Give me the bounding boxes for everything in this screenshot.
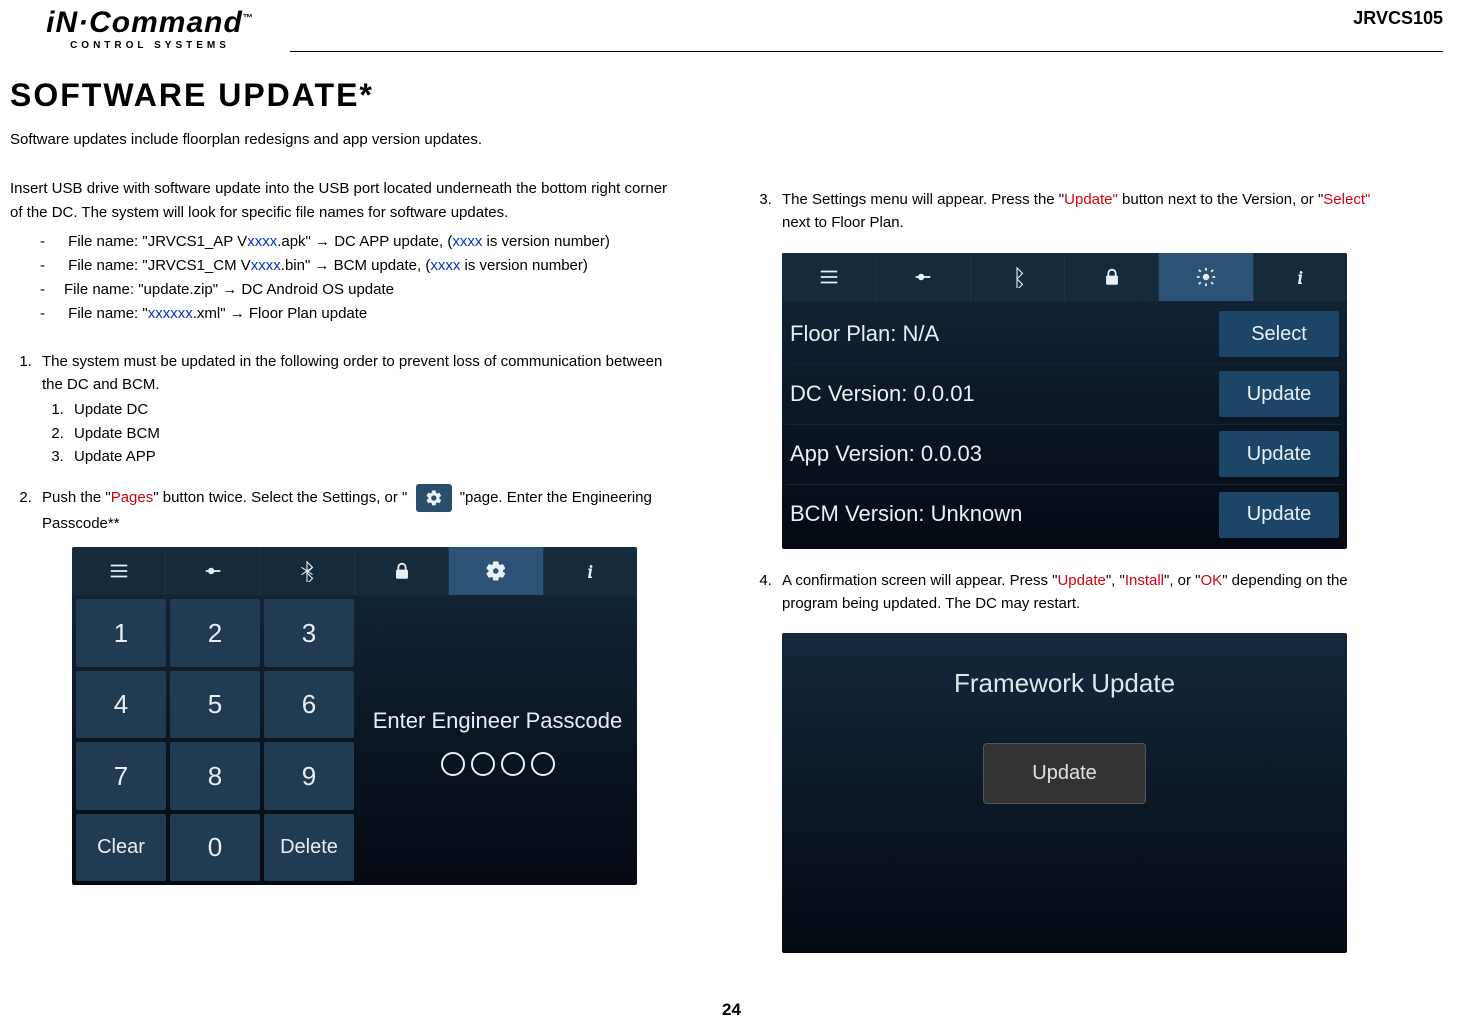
- key-7[interactable]: 7: [76, 742, 166, 810]
- tab-lock-icon[interactable]: [1065, 253, 1159, 301]
- tab-info-icon[interactable]: i: [1254, 253, 1347, 301]
- framework-update-button[interactable]: Update: [983, 743, 1146, 804]
- tab-settings-icon[interactable]: [449, 547, 543, 595]
- settings-row-app: App Version: 0.0.03 Update: [786, 425, 1343, 485]
- select-button[interactable]: Select: [1219, 311, 1339, 357]
- screenshot-settings: i Floor Plan: N/A Select DC Version: 0.0…: [782, 253, 1347, 549]
- key-1[interactable]: 1: [76, 599, 166, 667]
- logo-sub: CONTROL SYSTEMS: [25, 40, 275, 51]
- file-item: File name: "update.zip" → DC Android OS …: [40, 278, 680, 302]
- tab-slider-icon[interactable]: [166, 547, 260, 595]
- update-button[interactable]: Update: [1219, 371, 1339, 417]
- settings-list: Floor Plan: N/A Select DC Version: 0.0.0…: [782, 301, 1347, 549]
- file-item: File name: "JRVCS1_CM Vxxxx.bin" → BCM u…: [40, 254, 680, 278]
- screenshot-framework-update: Framework Update Update: [782, 633, 1347, 953]
- step-1: The system must be updated in the follow…: [36, 350, 680, 468]
- tab-menu-icon[interactable]: [782, 253, 876, 301]
- gear-icon: [416, 484, 452, 512]
- tab-menu-icon[interactable]: [72, 547, 166, 595]
- framework-update-title: Framework Update: [954, 663, 1175, 703]
- step-3: The Settings menu will appear. Press the…: [776, 188, 1400, 549]
- row-label: DC Version: 0.0.01: [790, 377, 975, 411]
- settings-row-bcm: BCM Version: Unknown Update: [786, 485, 1343, 545]
- step-1-sub: Update BCM: [68, 422, 680, 445]
- key-2[interactable]: 2: [170, 599, 260, 667]
- passcode-prompt-text: Enter Engineer Passcode: [373, 704, 623, 738]
- file-name-list: File name: "JRVCS1_AP Vxxxx.apk" → DC AP…: [10, 230, 680, 326]
- key-3[interactable]: 3: [264, 599, 354, 667]
- logo: iN·Command™ CONTROL SYSTEMS: [10, 8, 275, 51]
- insert-text: Insert USB drive with software update in…: [10, 177, 680, 224]
- key-0[interactable]: 0: [170, 814, 260, 882]
- logo-main: iN·Command™: [25, 8, 275, 38]
- intro-text: Software updates include floorplan redes…: [10, 128, 680, 151]
- page-number: 24: [722, 1000, 741, 1020]
- key-5[interactable]: 5: [170, 671, 260, 739]
- passcode-dots: [441, 752, 555, 776]
- keypad: 1 2 3 4 5 6 7 8 9 Clear 0 Delete: [72, 595, 358, 885]
- tab-bluetooth-icon[interactable]: [261, 547, 355, 595]
- header-divider: [290, 51, 1443, 52]
- file-item: File name: "xxxxxx.xml" → Floor Plan upd…: [40, 302, 680, 326]
- topbar: i: [72, 547, 637, 595]
- key-8[interactable]: 8: [170, 742, 260, 810]
- svg-text:i: i: [588, 562, 593, 582]
- settings-row-dc: DC Version: 0.0.01 Update: [786, 365, 1343, 425]
- key-6[interactable]: 6: [264, 671, 354, 739]
- tab-info-icon[interactable]: i: [544, 547, 637, 595]
- screenshot-passcode: i 1 2 3 4 5 6 7 8 9 Clear: [72, 547, 637, 885]
- model-number: JRVCS105: [1353, 8, 1443, 29]
- update-button[interactable]: Update: [1219, 492, 1339, 538]
- svg-text:i: i: [1298, 267, 1303, 287]
- step-2: Push the "Pages" button twice. Select th…: [36, 484, 680, 885]
- passcode-prompt: Enter Engineer Passcode: [358, 595, 637, 885]
- key-4[interactable]: 4: [76, 671, 166, 739]
- update-button[interactable]: Update: [1219, 431, 1339, 477]
- tab-bluetooth-icon[interactable]: [971, 253, 1065, 301]
- tab-settings-icon[interactable]: [1159, 253, 1253, 301]
- settings-row-floorplan: Floor Plan: N/A Select: [786, 305, 1343, 365]
- key-delete[interactable]: Delete: [264, 814, 354, 882]
- topbar: i: [782, 253, 1347, 301]
- tab-lock-icon[interactable]: [355, 547, 449, 595]
- step-1-sub: Update APP: [68, 445, 680, 468]
- step-1-sub: Update DC: [68, 398, 680, 421]
- file-item: File name: "JRVCS1_AP Vxxxx.apk" → DC AP…: [40, 230, 680, 254]
- page-title: SOFTWARE UPDATE*: [10, 77, 1453, 114]
- row-label: App Version: 0.0.03: [790, 437, 982, 471]
- key-clear[interactable]: Clear: [76, 814, 166, 882]
- key-9[interactable]: 9: [264, 742, 354, 810]
- row-label: BCM Version: Unknown: [790, 497, 1022, 531]
- step-4: A confirmation screen will appear. Press…: [776, 569, 1400, 954]
- tab-slider-icon[interactable]: [876, 253, 970, 301]
- row-label: Floor Plan: N/A: [790, 317, 939, 351]
